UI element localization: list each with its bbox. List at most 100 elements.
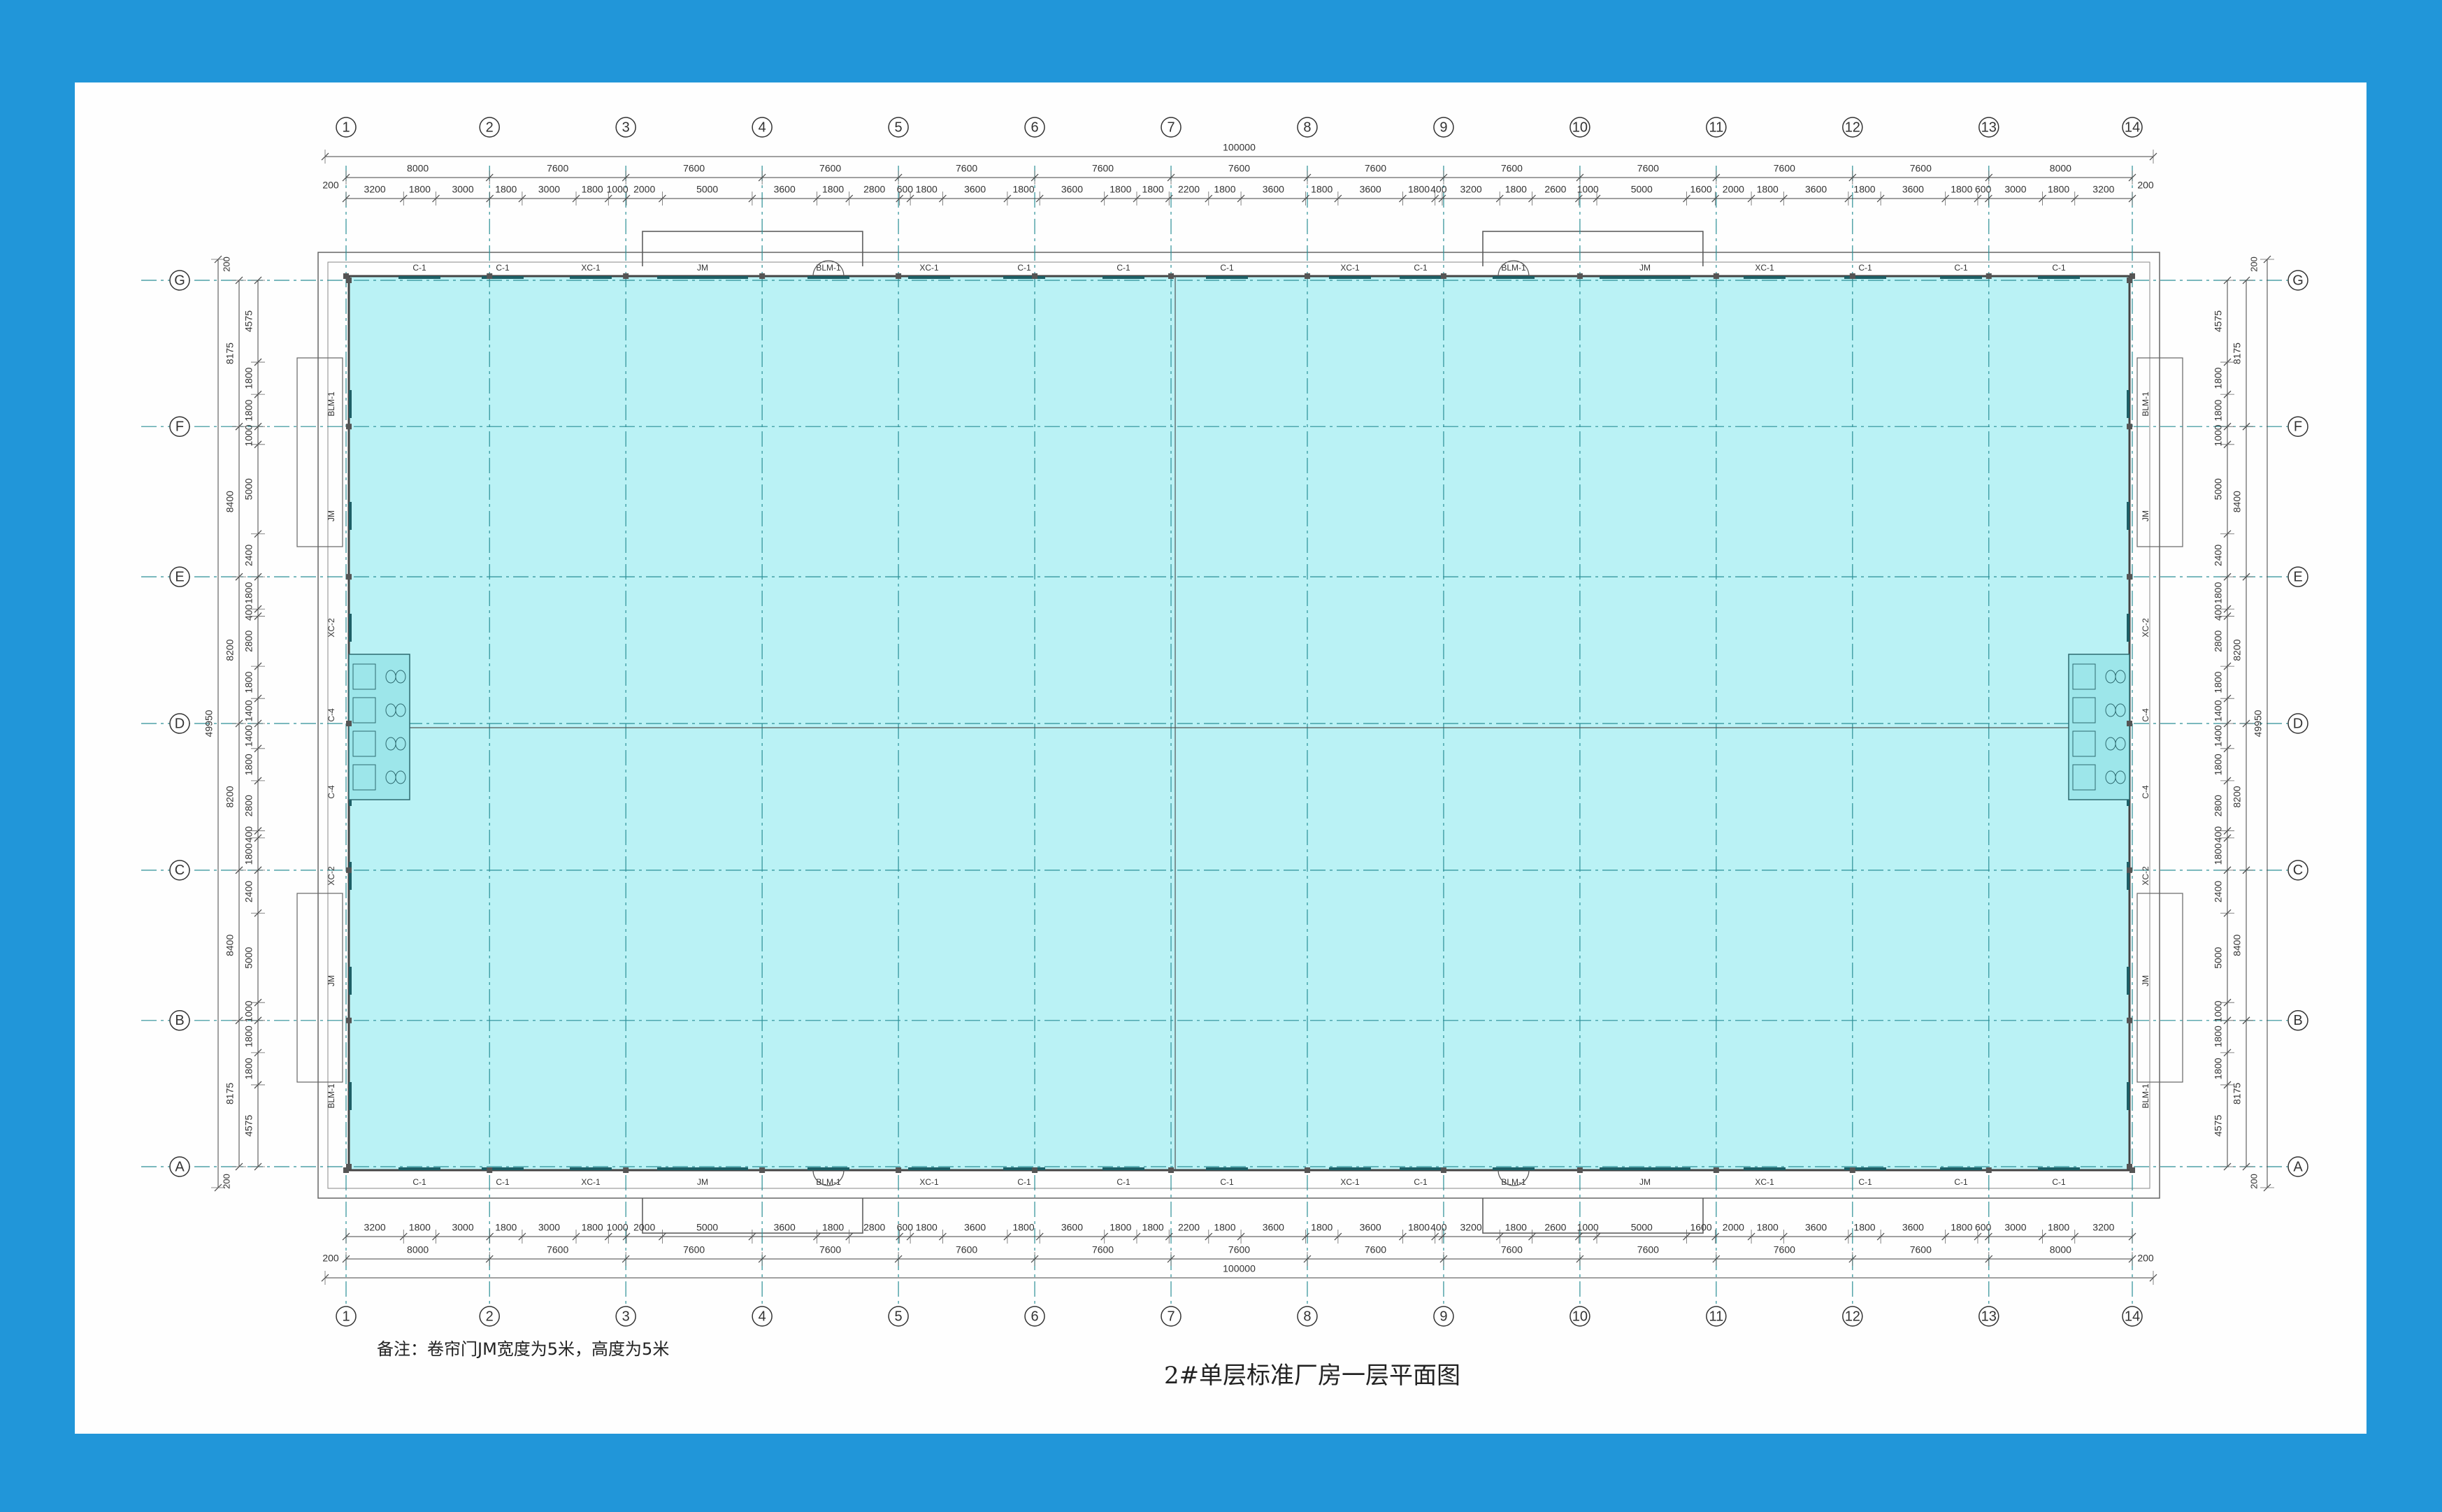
top-opening-label-3: JM — [697, 263, 708, 273]
dim-top-detail-label-1: 1800 — [409, 184, 431, 195]
top-opening-label-11: BLM-1 — [1501, 263, 1526, 273]
dim-top-spans-label-6: 7600 — [1228, 163, 1250, 174]
dim-right-detail-label-3: 1000 — [2213, 424, 2224, 446]
column-top-5 — [1032, 273, 1038, 279]
axis-label-6-top: 6 — [1030, 120, 1038, 135]
column-right-3 — [2127, 721, 2132, 726]
dim-top-spans-label-1: 7600 — [547, 163, 568, 174]
dim-top-detail-label-18: 1800 — [1142, 184, 1164, 195]
dim-left-detail-label-7: 400 — [243, 604, 254, 621]
dim-top-detail-label-3: 1800 — [495, 184, 517, 195]
dim-left-spans-label-2: 8200 — [224, 639, 236, 661]
column-left-5 — [346, 1017, 352, 1023]
column-top-8 — [1440, 273, 1446, 279]
axis-label-7-top: 7 — [1167, 120, 1175, 135]
axis-label-A-left: A — [175, 1159, 185, 1174]
dim-right-spans-label-1: 8400 — [2232, 491, 2243, 512]
dim-right-detail-label-9: 1800 — [2213, 671, 2224, 693]
side-canopy-2 — [296, 893, 343, 1083]
dim-right-detail-label-5: 2400 — [2213, 545, 2224, 566]
top-opening-label-5: XC-1 — [919, 263, 939, 273]
bottom-opening-label-2: XC-1 — [581, 1177, 601, 1187]
dim-bottom-detail-label-10: 1800 — [822, 1222, 844, 1233]
dim-top-detail-label-40: 1800 — [2048, 184, 2069, 195]
dim-bottom-detail-label-27: 1800 — [1505, 1222, 1527, 1233]
right-opening-label-3: C-4 — [2141, 708, 2150, 722]
axis-label-2-top: 2 — [486, 120, 494, 135]
right-opening-label-5: XC-2 — [2141, 866, 2150, 886]
dim-bottom-spans-label-5: 7600 — [1092, 1244, 1114, 1255]
dim-right-detail-label-19: 1800 — [2213, 1025, 2224, 1047]
dim-bottom-detail-label-14: 3600 — [964, 1222, 986, 1233]
dim-bottom-overall-label-0: 100000 — [1223, 1263, 1256, 1274]
dim-left-spans-label-1: 8400 — [224, 491, 236, 512]
dim-top-detail-label-26: 3200 — [1460, 184, 1482, 195]
dim-right-detail-label-10: 1400 — [2213, 700, 2224, 721]
top-opening-label-0: C-1 — [412, 263, 426, 273]
right-opening-label-0: BLM-1 — [2141, 391, 2150, 417]
dim-left-detail-label-1: 1800 — [243, 367, 254, 389]
dim-bottom-detail-label-19: 2200 — [1178, 1222, 1200, 1233]
dim-bottom-detail-label-40: 1800 — [2048, 1222, 2069, 1233]
drawing-sheet: 1 1 2 2 3 3 4 4 5 5 6 6 7 7 8 8 9 9 10 10 11 11 12 12 13 13 14 14 G G… — [75, 82, 2366, 1434]
column-right-6 — [2127, 1164, 2132, 1169]
dim-top-spans-label-9: 7600 — [1637, 163, 1659, 174]
dim-top-detail-label-32: 2000 — [1723, 184, 1744, 195]
dim-bottom-offset-right: 200 — [2137, 1253, 2154, 1264]
drawing-title: 2#单层标准厂房一层平面图 — [1163, 1362, 1461, 1390]
dim-bottom-detail-label-35: 1800 — [1853, 1222, 1875, 1233]
dim-bottom-detail-label-26: 3200 — [1460, 1222, 1482, 1233]
dim-bottom-detail-label-17: 1800 — [1109, 1222, 1131, 1233]
dim-top-detail-label-6: 1000 — [607, 184, 629, 195]
dim-bottom-detail-label-5: 1800 — [582, 1222, 603, 1233]
dim-top-detail-label-7: 2000 — [633, 184, 655, 195]
dim-top-spans-label-8: 7600 — [1501, 163, 1523, 174]
dim-left-spans-label-5: 8175 — [224, 1083, 236, 1104]
top-opening-label-10: C-1 — [1414, 263, 1428, 273]
axis-label-11-bottom: 11 — [1709, 1309, 1723, 1324]
dim-bottom-detail-label-20: 1800 — [1214, 1222, 1235, 1233]
dim-top-detail-label-22: 1800 — [1311, 184, 1333, 195]
dim-top-detail-label-24: 1800 — [1408, 184, 1430, 195]
axis-label-C-left: C — [175, 863, 185, 878]
column-bottom-9 — [1576, 1167, 1583, 1173]
dim-top-detail-label-35: 1800 — [1853, 184, 1875, 195]
right-opening-label-1: JM — [2141, 510, 2150, 521]
dim-top-detail-label-20: 1800 — [1214, 184, 1235, 195]
axis-label-B-left: B — [175, 1013, 184, 1028]
toilet-block-right — [2068, 654, 2130, 800]
dim-left-detail-label-4: 5000 — [243, 478, 254, 500]
column-right-4 — [2127, 867, 2132, 873]
dim-top-detail-label-41: 3200 — [2092, 184, 2114, 195]
axis-label-4-bottom: 4 — [759, 1309, 766, 1324]
dim-top-detail-label-27: 1800 — [1505, 184, 1527, 195]
column-bottom-7 — [1304, 1167, 1310, 1173]
dim-bottom-detail-label-31: 1600 — [1690, 1222, 1712, 1233]
top-opening-label-1: C-1 — [496, 263, 510, 273]
left-opening-label-5: XC-2 — [326, 866, 336, 886]
dim-bottom-detail-label-15: 1800 — [1012, 1222, 1034, 1233]
dim-bottom-spans-label-3: 7600 — [819, 1244, 841, 1255]
dim-left-detail-label-13: 2800 — [243, 795, 254, 816]
axis-label-E-right: E — [2293, 569, 2302, 584]
dim-bottom-detail-label-39: 3000 — [2004, 1222, 2026, 1233]
dim-bottom-detail-label-34: 3600 — [1805, 1222, 1827, 1233]
dim-right-detail-label-14: 400 — [2213, 826, 2224, 843]
dim-bottom-detail-label-33: 1800 — [1757, 1222, 1779, 1233]
dim-top-detail-label-19: 2200 — [1178, 184, 1200, 195]
axis-label-13-top: 13 — [1981, 120, 1997, 135]
axis-label-A-right: A — [2293, 1159, 2303, 1174]
dim-bottom-detail-label-0: 3200 — [364, 1222, 386, 1233]
dim-right-spans-label-2: 8200 — [2232, 639, 2243, 661]
dim-top-detail-label-17: 1800 — [1109, 184, 1131, 195]
dim-left-spans-label-4: 8400 — [224, 935, 236, 956]
axis-label-3-bottom: 3 — [622, 1309, 630, 1324]
dim-top-detail-label-36: 3600 — [1902, 184, 1924, 195]
top-opening-label-9: XC-1 — [1340, 263, 1360, 273]
dim-top-detail-label-15: 1800 — [1012, 184, 1034, 195]
column-left-6 — [346, 1164, 352, 1169]
right-opening-label-2: XC-2 — [2141, 618, 2150, 638]
left-opening-label-4: C-4 — [326, 785, 336, 799]
column-left-1 — [346, 424, 352, 430]
dim-top-detail-label-11: 2800 — [863, 184, 885, 195]
